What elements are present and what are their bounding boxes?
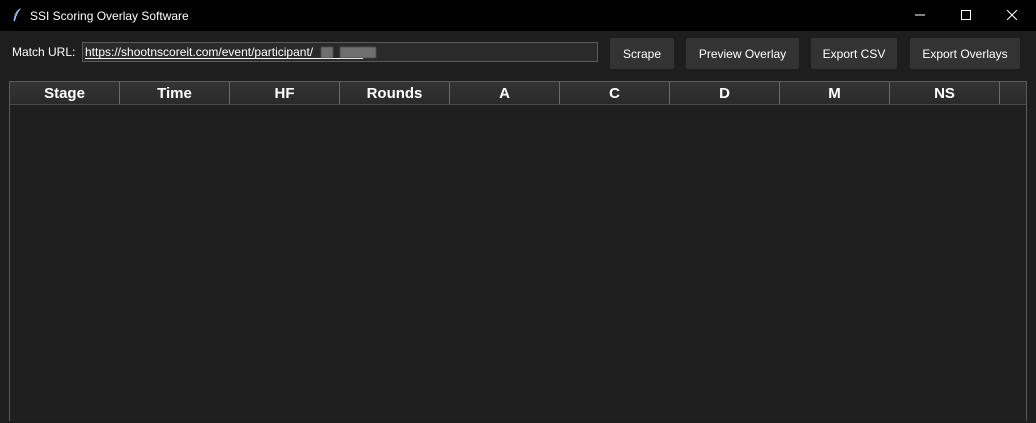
minimize-button[interactable] [897, 0, 943, 31]
title-bar[interactable]: SSI Scoring Overlay Software [0, 0, 1036, 31]
column-header-ns[interactable]: NS [890, 82, 1000, 104]
maximize-button[interactable] [943, 0, 989, 31]
export-csv-button[interactable]: Export CSV [811, 38, 897, 69]
column-header-hf[interactable]: HF [230, 82, 340, 104]
column-header-stage[interactable]: Stage [10, 82, 120, 104]
export-overlays-button[interactable]: Export Overlays [910, 38, 1020, 69]
column-header-a[interactable]: A [450, 82, 560, 104]
results-table[interactable]: Stage Time HF Rounds A C D M NS [9, 81, 1027, 421]
column-header-rounds[interactable]: Rounds [340, 82, 450, 104]
redacted-segment [340, 47, 376, 58]
app-window: SSI Scoring Overlay Software Match URL: [0, 0, 1036, 423]
minimize-icon [915, 9, 925, 23]
column-header-d[interactable]: D [670, 82, 780, 104]
column-header-m[interactable]: M [780, 82, 890, 104]
close-button[interactable] [989, 0, 1035, 31]
table-header: Stage Time HF Rounds A C D M NS [10, 82, 1026, 104]
match-url-label: Match URL: [12, 45, 76, 59]
toolbar: Match URL: Scrape Preview Overlay Export… [0, 31, 1036, 78]
close-icon [1006, 9, 1018, 23]
column-header-time[interactable]: Time [120, 82, 230, 104]
maximize-icon [961, 9, 971, 23]
scrape-button[interactable]: Scrape [610, 38, 674, 69]
redacted-segment [321, 47, 333, 58]
preview-overlay-button[interactable]: Preview Overlay [686, 38, 799, 69]
feather-icon [12, 8, 22, 22]
results-table-area: Stage Time HF Rounds A C D M NS [0, 78, 1036, 423]
table-body[interactable] [10, 104, 1026, 421]
column-header-c[interactable]: C [560, 82, 670, 104]
column-header-filler [1000, 82, 1026, 104]
window-title: SSI Scoring Overlay Software [30, 9, 189, 23]
